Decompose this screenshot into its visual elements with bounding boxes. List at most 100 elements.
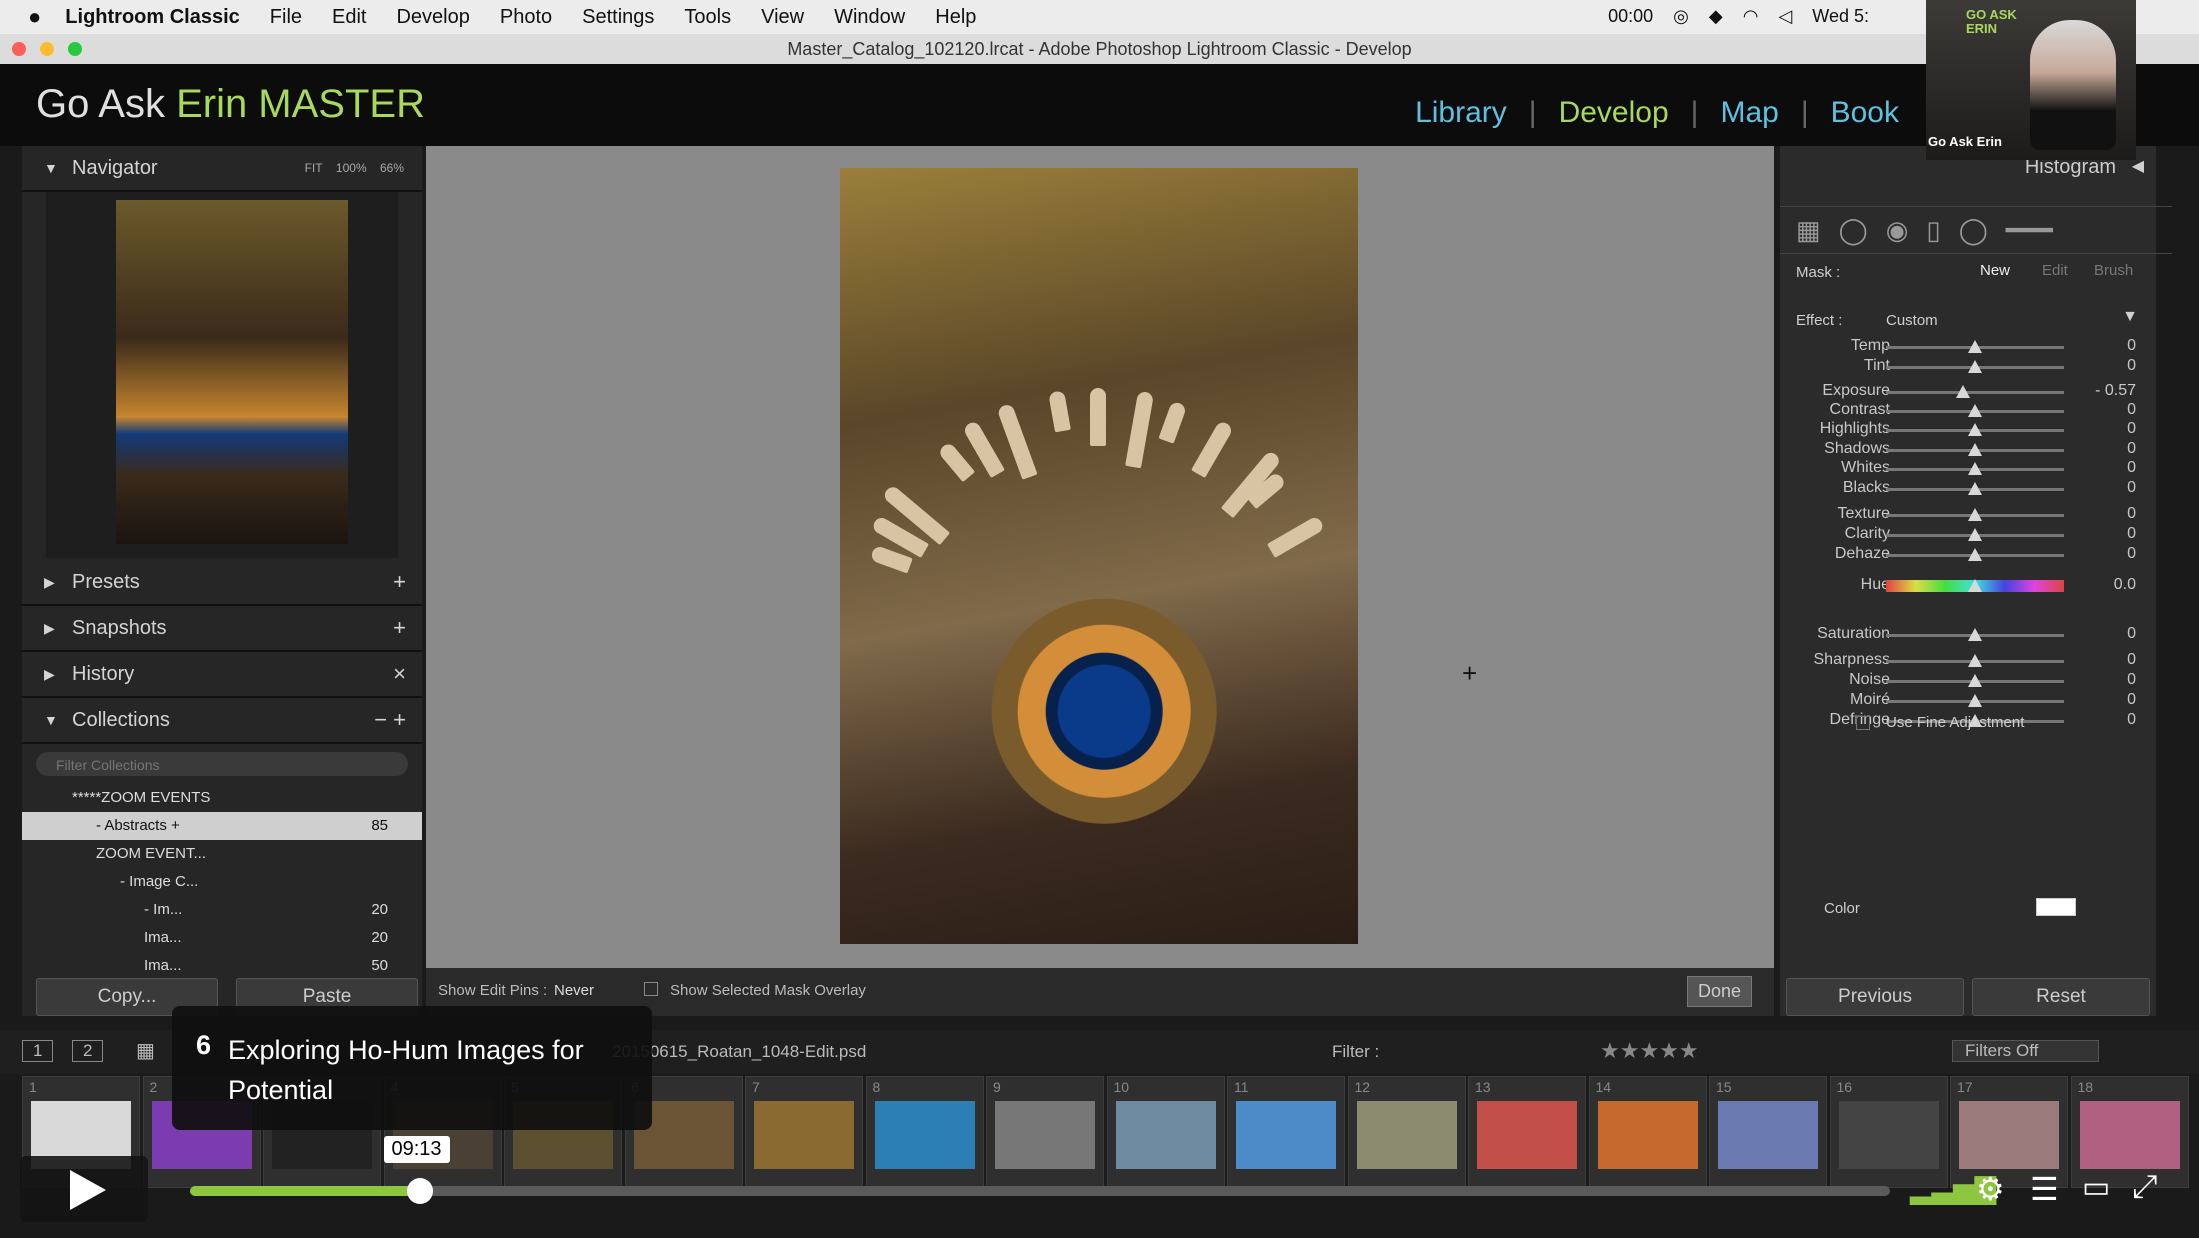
menu-file[interactable]: File [270,6,302,29]
zoom-fit[interactable]: FIT [305,161,323,175]
reset-button[interactable]: Reset [1972,978,2150,1016]
slider-value[interactable]: 0 [2127,420,2136,438]
slider-thumb[interactable] [1968,654,1982,667]
module-develop[interactable]: Develop [1559,96,1669,130]
collections-header[interactable]: ▼ Collections − + [22,698,422,744]
filter-collections-input[interactable] [36,752,358,778]
collection-row[interactable]: ZOOM EVENT... [22,840,422,868]
slider-blacks[interactable]: Blacks 0 [1780,476,2156,502]
slider-value[interactable]: 0.0 [2114,576,2136,594]
slider-value[interactable]: 0 [2127,625,2136,643]
slider-thumb[interactable] [1968,674,1982,687]
menu-view[interactable]: View [761,6,804,29]
filters-off-select[interactable]: Filters Off [1952,1040,2100,1062]
navigator-header[interactable]: ▼ Navigator FIT 100% 66% [22,146,422,192]
chapters-list-icon[interactable]: ☰ [2030,1170,2059,1208]
slider-value[interactable]: 0 [2127,691,2136,709]
menu-photo[interactable]: Photo [500,6,552,29]
menu-edit[interactable]: Edit [332,6,366,29]
collection-row[interactable]: Ima... 20 [22,924,422,952]
wifi-icon[interactable]: ◠ [1743,6,1759,27]
menu-tools[interactable]: Tools [684,6,731,29]
main-window-button[interactable]: 1 [22,1040,54,1062]
spot-removal-icon[interactable]: ◯ [1839,215,1868,246]
effect-select[interactable]: Custom [1886,312,1938,329]
mask-edit-button[interactable]: Edit [2042,262,2068,279]
mask-new-button[interactable]: New [1980,262,2010,279]
app-menu[interactable]: Lightroom Classic [65,6,239,29]
menu-settings[interactable]: Settings [582,6,654,29]
filter-collections-field[interactable] [36,752,408,778]
collection-row[interactable]: - Im... 20 [22,896,422,924]
slider-value[interactable]: 0 [2127,459,2136,477]
slider-value[interactable]: 0 [2127,525,2136,543]
module-map[interactable]: Map [1720,96,1778,130]
show-edit-pins-select[interactable]: Never [554,982,594,999]
slider-value[interactable]: 0 [2127,357,2136,375]
collapse-triangle-icon[interactable]: ▼ [44,146,58,190]
slider-thumb[interactable] [1968,694,1982,707]
volume-icon[interactable]: ◁ [1778,6,1792,27]
seek-thumb[interactable] [406,1178,433,1204]
zoom-window-icon[interactable] [68,42,82,56]
zoom-100[interactable]: 100% [336,161,367,175]
slider-value[interactable]: 0 [2127,671,2136,689]
play-button[interactable] [20,1156,148,1222]
module-book[interactable]: Book [1831,96,1899,130]
navigator-thumbnail[interactable] [116,200,348,544]
zoom-66[interactable]: 66% [380,161,404,175]
slider-thumb[interactable] [1968,579,1982,592]
add-snapshot-icon[interactable]: + [393,606,406,650]
grid-view-icon[interactable]: ▦ [136,1038,155,1063]
done-button[interactable]: Done [1686,976,1752,1007]
creative-cloud-icon[interactable]: ◎ [1673,6,1689,27]
brush-slider-icon[interactable]: ━━━ [2006,215,2053,246]
main-photo[interactable] [840,168,1358,944]
menu-develop[interactable]: Develop [396,6,469,29]
presets-header[interactable]: ▶ Presets + [22,560,422,606]
mask-brush-button[interactable]: Brush [2094,262,2133,279]
star-filter-icon[interactable]: ★★★★★ [1600,1038,1699,1064]
module-library[interactable]: Library [1415,96,1507,130]
slider-value[interactable]: 0 [2127,505,2136,523]
slider-thumb[interactable] [1968,548,1982,561]
slider-thumb[interactable] [1968,462,1982,475]
clear-history-icon[interactable]: × [393,652,406,696]
slider-thumb[interactable] [1968,482,1982,495]
minimize-window-icon[interactable] [40,42,54,56]
slider-thumb[interactable] [1968,443,1982,456]
slider-saturation[interactable]: Saturation 0 [1780,622,2156,648]
slider-thumb[interactable] [1968,404,1982,417]
collection-row[interactable]: - Image C... [22,868,422,896]
slider-value[interactable]: 0 [2127,337,2136,355]
collection-row[interactable]: - Abstracts + 85 [22,812,422,840]
slider-dehaze[interactable]: Dehaze 0 [1780,542,2156,568]
seek-bar[interactable]: 09:13 [190,1136,1890,1204]
redeye-icon[interactable]: ◉ [1886,215,1909,246]
mask-overlay-checkbox[interactable] [644,982,658,996]
fine-adjust-checkbox[interactable] [1856,716,1870,730]
radial-filter-icon[interactable]: ◯ [1959,215,1988,246]
slider-thumb[interactable] [1968,628,1982,641]
slider-thumb[interactable] [1968,423,1982,436]
graduated-filter-icon[interactable]: ▯ [1926,215,1940,246]
slider-value[interactable]: 0 [2127,651,2136,669]
crop-tool-icon[interactable]: ▦ [1796,215,1821,246]
add-preset-icon[interactable]: + [393,560,406,604]
menu-window[interactable]: Window [834,6,905,29]
slider-value[interactable]: 0 [2127,711,2136,729]
slider-value[interactable]: 0 [2127,479,2136,497]
slider-thumb[interactable] [1968,508,1982,521]
slider-track[interactable] [1886,391,2064,394]
effect-disclosure-icon[interactable]: ▼ [2122,308,2138,326]
slider-value[interactable]: 0 [2127,545,2136,563]
menu-help[interactable]: Help [935,6,976,29]
image-canvas[interactable]: + [426,146,1774,968]
add-collection-icon[interactable]: − + [374,698,406,742]
apple-icon[interactable]: ● [28,4,41,30]
slider-thumb[interactable] [1968,340,1982,353]
snapshots-header[interactable]: ▶ Snapshots + [22,606,422,652]
close-window-icon[interactable] [12,42,26,56]
slider-thumb[interactable] [1968,528,1982,541]
color-swatch[interactable] [2036,898,2076,916]
